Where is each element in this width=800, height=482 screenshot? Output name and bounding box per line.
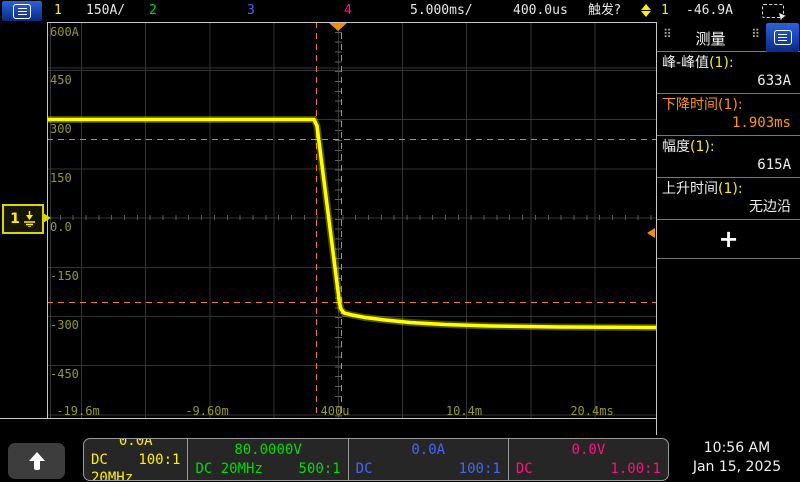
up-arrow-icon-stem (34, 461, 40, 470)
channel-1-marker-number: 1 (10, 211, 20, 227)
channel-2-probe-ratio: 500:1 (298, 460, 340, 478)
measurement-source: (1): (718, 181, 743, 197)
channel-2-number[interactable]: 2 (149, 3, 157, 19)
measurement-item-peak-peak[interactable]: 峰-峰值(1): 633A (657, 52, 800, 94)
trigger-status-label: 触发? (588, 3, 621, 19)
channel-3-coupling: DC (356, 460, 373, 478)
waveform-display[interactable]: 600A 450 300 150 0.0 -150 -300 -450 -19.… (47, 22, 656, 418)
channel-1-status-box[interactable]: 0.0A DC 20MHz100:1 (84, 439, 187, 480)
level-pointer-icon (43, 213, 51, 223)
trigger-source[interactable]: 1 (661, 3, 669, 19)
channel-3-status-box[interactable]: 0.0A DC 100:1 (348, 439, 508, 480)
hamburger-menu-icon (774, 30, 792, 45)
pointer-arrow-icon (778, 12, 787, 21)
measurement-menu-button[interactable] (766, 23, 799, 52)
measurement-item-fall-time[interactable]: 下降时间(1): 1.903ms (657, 94, 800, 136)
plus-icon: + (718, 227, 738, 251)
ground-symbol-icon (23, 211, 36, 227)
channel-4-value: 0.0V (509, 441, 668, 460)
measurement-value: 633A (657, 72, 800, 93)
trigger-level-readout[interactable]: -46.9A (686, 3, 733, 19)
measurement-source: (1): (709, 55, 734, 71)
drag-handle-icon[interactable]: ⠿ (751, 28, 760, 40)
channel-1-trace-glow (47, 120, 656, 328)
measurement-label: 幅度 (662, 139, 690, 155)
channel-2-status-box[interactable]: 80.0000V DC 20MHz 500:1 (187, 439, 347, 480)
channel-1-number[interactable]: 1 (54, 3, 62, 19)
plot-border-top (47, 22, 657, 23)
measurement-value: 615A (657, 156, 800, 177)
channel-1-ground-marker[interactable]: 1 (2, 204, 44, 234)
timebase-readout[interactable]: 5.000ms/ (410, 3, 473, 19)
measurement-value: 1.903ms (657, 114, 800, 135)
measurement-item-amplitude[interactable]: 幅度(1): 615A (657, 136, 800, 178)
measurement-value: 无边沿 (657, 198, 800, 219)
delay-readout[interactable]: 400.0us (513, 3, 568, 19)
trigger-updown-arrows-icon[interactable] (641, 4, 651, 17)
channel-3-probe-ratio: 100:1 (459, 460, 501, 478)
channel-1-trace (47, 22, 656, 418)
channel-2-value: 80.0000V (188, 441, 347, 460)
channel-4-coupling: DC (516, 460, 533, 478)
channel-1-value: 0.0A (84, 438, 187, 451)
channel-1-scale[interactable]: 150A/ (86, 3, 125, 19)
measurement-source: (1): (690, 139, 715, 155)
main-menu-button[interactable] (2, 1, 42, 21)
channel-2-coupling: DC 20MHz (195, 460, 262, 478)
measurement-panel: ⠿ 测量 ⠿ 峰-峰值(1): 633A 下降时间(1): 1.903ms 幅度… (657, 22, 800, 435)
hamburger-menu-icon (13, 4, 31, 19)
time-display: 10:56 AM (677, 439, 797, 458)
measurement-label: 峰-峰值 (662, 55, 709, 71)
channel-4-status-box[interactable]: 0.0V DC 1.00:1 (508, 439, 668, 480)
measurement-item-rise-time[interactable]: 上升时间(1): 无边沿 (657, 178, 800, 220)
clock: 10:56 AM Jan 15, 2025 (677, 439, 797, 477)
top-status-bar: 1 150A/ 2 3 4 5.000ms/ 400.0us 触发? 1 -46… (0, 0, 800, 22)
up-arrow-icon (29, 452, 45, 461)
plot-border-bottom (0, 418, 657, 419)
measurement-panel-title: 测量 (657, 28, 764, 49)
bottom-status-bar: 0.0A DC 20MHz100:1 80.0000V DC 20MHz500:… (0, 435, 800, 482)
channel-status-group: 0.0A DC 20MHz100:1 80.0000V DC 20MHz500:… (83, 438, 669, 481)
date-display: Jan 15, 2025 (677, 458, 797, 477)
channel-4-number[interactable]: 4 (344, 3, 352, 19)
measurement-label: 下降时间 (662, 97, 718, 113)
channel-1-trace-line (47, 120, 656, 328)
channel-4-probe-ratio: 1.00:1 (610, 460, 661, 478)
channel-1-coupling: DC 20MHz (91, 451, 138, 481)
channel-3-number[interactable]: 3 (247, 3, 255, 19)
channel-3-value: 0.0A (349, 441, 508, 460)
channel-1-probe-ratio: 100:1 (138, 451, 180, 481)
measurement-source: (1): (718, 97, 743, 113)
measurement-label: 上升时间 (662, 181, 718, 197)
expand-up-button[interactable] (8, 443, 65, 479)
selection-cursor-icon[interactable] (762, 4, 784, 18)
add-measurement-button[interactable]: + (657, 220, 800, 259)
